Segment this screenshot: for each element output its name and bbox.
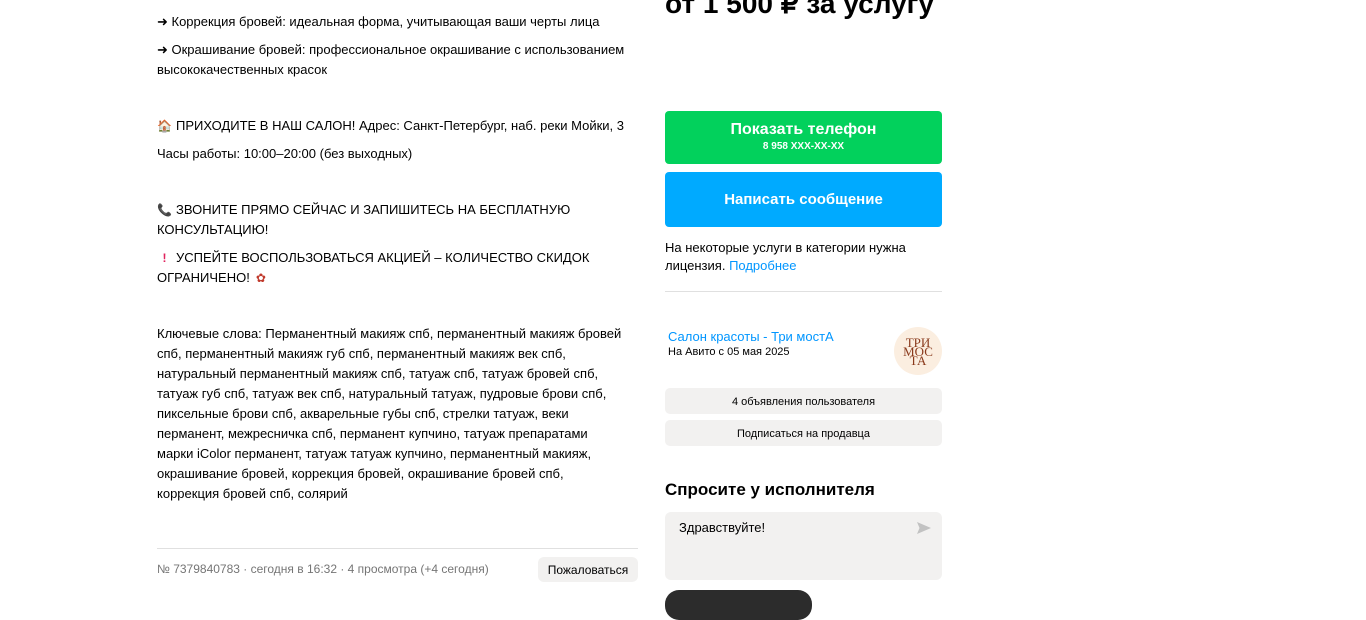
description-call: 📞 ЗВОНИТЕ ПРЯМО СЕЙЧАС И ЗАПИШИТЕСЬ НА БЕ… xyxy=(157,200,642,220)
seller-since: На Авито с 05 мая 2025 xyxy=(668,346,790,358)
keywords-line: спб, перманентный макияж губ спб, перман… xyxy=(157,346,566,361)
description-truncated-line xyxy=(157,0,642,12)
description-coloring-cont: высококачественных красок xyxy=(157,62,328,77)
phone-masked: 8 958 XXX-XX-XX xyxy=(762,141,845,152)
license-note: На некоторые услуги в категории нужна ли… xyxy=(665,240,906,273)
keywords-line: перманент, межресничка спб, перманент ку… xyxy=(157,426,588,441)
footer-divider xyxy=(157,548,638,549)
keywords-line: окрашивание бровей, коррекция бровей, ок… xyxy=(157,466,564,481)
keywords-line: коррекция бровей спб, солярий xyxy=(157,486,348,501)
user-listings-button[interactable]: 4 объявления пользователя xyxy=(665,388,942,414)
avatar-logo-line: ТА xyxy=(909,353,927,368)
send-arrow-icon[interactable] xyxy=(916,520,932,536)
write-message-button[interactable]: Написать сообщение xyxy=(665,172,942,227)
seller-name-link[interactable]: Салон красоты - Три мостА xyxy=(668,329,834,344)
description-coloring: ➜ Окрашивание бровей: профессиональное о… xyxy=(157,42,625,57)
ask-message-input[interactable]: Здравствуйте! xyxy=(665,512,942,580)
keywords-line: Ключевые слова: Перманентный макияж спб,… xyxy=(157,326,622,341)
description-address: 🏠 ПРИХОДИТЕ В НАШ САЛОН! Адрес: Санкт-Пет… xyxy=(157,116,642,136)
show-phone-button[interactable]: Показать телефон 8 958 XXX-XX-XX xyxy=(665,111,942,164)
license-more-link[interactable]: Подробнее xyxy=(729,258,796,273)
butterfly-icon: ✿ xyxy=(255,271,266,285)
sidebar-divider xyxy=(665,291,942,292)
description-hours: Часы работы: 10:00–20:00 (без выходных) xyxy=(157,146,413,161)
listing-meta: № 7379840783 · сегодня в 16:32 · 4 просм… xyxy=(157,562,489,576)
telephone-receiver-icon: 📞 xyxy=(157,203,172,217)
seller-avatar[interactable]: ТРИ МОС ТА xyxy=(894,327,942,375)
subscribe-seller-button[interactable]: Подписаться на продавца xyxy=(665,420,942,446)
complain-button[interactable]: Пожаловаться xyxy=(538,557,638,582)
keywords-line: натуральный перманентный макияж спб, тат… xyxy=(157,366,599,381)
description-hurry-cont: ОГРАНИЧЕНО! ✿ xyxy=(157,268,642,288)
description-hurry: ! УСПЕЙТЕ ВОСПОЛЬЗОВАТЬСЯ АКЦИЕЙ – КОЛИЧЕ… xyxy=(157,248,642,268)
ask-message-text: Здравствуйте! xyxy=(679,520,766,535)
description-call-cont: КОНСУЛЬТАЦИЮ! xyxy=(157,222,269,237)
exclamation-icon: ! xyxy=(162,251,167,265)
ask-executor-title: Спросите у исполнителя xyxy=(665,480,875,499)
keywords-line: пиксельные брови спб, акварельные губы с… xyxy=(157,406,569,421)
price: от 1 500 ₽ за услугу xyxy=(665,0,934,19)
house-icon: 🏠 xyxy=(157,119,172,133)
show-phone-label: Показать телефон xyxy=(730,121,877,138)
description-correction: ➜ Коррекция бровей: идеальная форма, учи… xyxy=(157,14,600,29)
dark-action-button[interactable] xyxy=(665,590,812,620)
keywords-line: марки iColor перманент, татуаж татуаж ку… xyxy=(157,446,592,461)
keywords-line: татуаж губ спб, татуаж век спб, натураль… xyxy=(157,386,607,401)
